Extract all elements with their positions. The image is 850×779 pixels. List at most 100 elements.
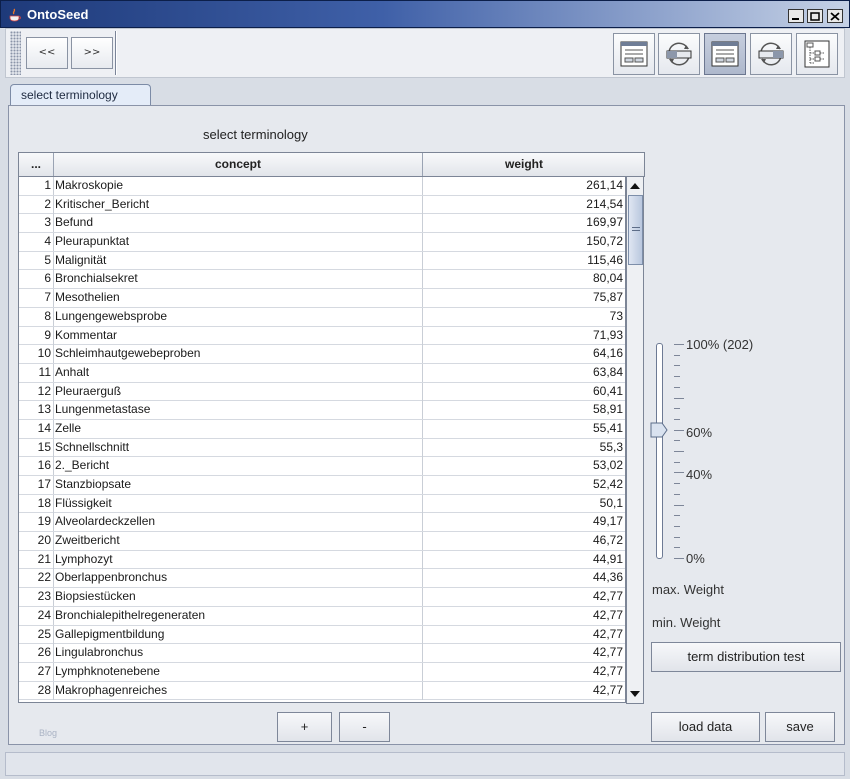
weight-slider-thumb[interactable] — [650, 422, 668, 438]
table-row[interactable]: 22 Oberlappenbronchus 44,36 — [19, 569, 625, 589]
table-row[interactable]: 24 Bronchialepithelregeneraten 42,77 — [19, 606, 625, 626]
slider-tick — [674, 365, 680, 367]
table-row[interactable]: 7 Mesothelien 75,87 — [19, 289, 625, 308]
row-index: 16 — [19, 457, 54, 476]
table-row[interactable]: 19 Alveolardeckzellen 49,17 — [19, 513, 625, 533]
row-concept: Makrophagenreiches — [54, 681, 423, 700]
table-row[interactable]: 10 Schleimhautgewebeproben 64,16 — [19, 345, 625, 364]
table-row[interactable]: 21 Lymphozyt 44,91 — [19, 550, 625, 570]
table-row[interactable]: 28 Makrophagenreiches 42,77 — [19, 681, 625, 701]
row-index: 18 — [19, 494, 54, 513]
refresh-button-2[interactable] — [750, 33, 792, 75]
row-weight: 75,87 — [423, 289, 625, 307]
row-index: 23 — [19, 588, 54, 607]
row-concept: Befund — [54, 214, 423, 233]
table-row[interactable]: 8 Lungengewebsprobe 73 — [19, 307, 625, 327]
row-concept: Kritischer_Bericht — [54, 195, 423, 214]
table-row[interactable]: 12 Pleuraerguß 60,41 — [19, 382, 625, 402]
table-row[interactable]: 6 Bronchialsekret 80,04 — [19, 270, 625, 290]
column-header-concept[interactable]: concept — [54, 153, 423, 176]
table-row[interactable]: 20 Zweitbericht 46,72 — [19, 532, 625, 551]
scroll-thumb[interactable] — [628, 195, 643, 265]
row-index: 1 — [19, 177, 54, 195]
table-row[interactable]: 1 Makroskopie 261,14 — [19, 177, 625, 196]
table-row[interactable]: 23 Biopsiestücken 42,77 — [19, 588, 625, 607]
tab-select-terminology[interactable]: select terminology — [10, 84, 151, 106]
toolbar-grip[interactable] — [10, 31, 21, 75]
minimize-button[interactable] — [788, 9, 804, 23]
row-weight: 50,1 — [423, 495, 625, 513]
slider-tick — [674, 483, 680, 485]
row-weight: 55,41 — [423, 420, 625, 438]
table-row[interactable]: 3 Befund 169,97 — [19, 214, 625, 234]
row-index: 25 — [19, 625, 54, 644]
table-row[interactable]: 9 Kommentar 71,93 — [19, 326, 625, 346]
slider-tick — [674, 536, 680, 538]
column-header-index[interactable]: ... — [19, 153, 54, 176]
weight-slider-track[interactable] — [656, 343, 663, 559]
slider-tick — [674, 386, 680, 388]
row-weight: 42,77 — [423, 663, 625, 681]
save-button[interactable]: save — [765, 712, 835, 742]
row-weight: 42,77 — [423, 644, 625, 662]
row-concept: Makroskopie — [54, 177, 423, 195]
row-index: 7 — [19, 289, 54, 308]
column-header-weight[interactable]: weight — [423, 153, 625, 176]
table-row[interactable]: 4 Pleurapunktat 150,72 — [19, 233, 625, 252]
back-button[interactable]: << — [26, 37, 68, 69]
tree-view-button[interactable] — [796, 33, 838, 75]
row-weight: 115,46 — [423, 252, 625, 270]
row-weight: 42,77 — [423, 588, 625, 606]
row-weight: 150,72 — [423, 233, 625, 251]
forward-button[interactable]: >> — [71, 37, 113, 69]
table-row[interactable]: 5 Malignität 115,46 — [19, 251, 625, 271]
blog-watermark: Blog — [39, 728, 58, 738]
row-concept: Lungenmetastase — [54, 401, 423, 420]
remove-row-button[interactable]: - — [339, 712, 390, 742]
table-row[interactable]: 27 Lymphknotenebene 42,77 — [19, 662, 625, 682]
row-index: 21 — [19, 550, 54, 569]
row-concept: Lymphozyt — [54, 550, 423, 569]
table-row[interactable]: 15 Schnellschnitt 55,3 — [19, 438, 625, 458]
view-form-button[interactable] — [613, 33, 655, 75]
table-scrollbar[interactable] — [626, 176, 644, 704]
row-index: 12 — [19, 382, 54, 401]
close-button[interactable] — [827, 9, 843, 23]
table-row[interactable]: 16 2._Bericht 53,02 — [19, 457, 625, 476]
panel-caption: select terminology — [203, 127, 308, 142]
row-weight: 49,17 — [423, 513, 625, 531]
row-weight: 55,3 — [423, 439, 625, 457]
add-row-button[interactable]: + — [277, 712, 332, 742]
row-concept: Pleuraerguß — [54, 382, 423, 401]
table-row[interactable]: 18 Flüssigkeit 50,1 — [19, 494, 625, 514]
load-data-button[interactable]: load data — [651, 712, 760, 742]
table-row[interactable]: 11 Anhalt 63,84 — [19, 363, 625, 383]
slider-tick — [674, 429, 684, 431]
term-distribution-test-button[interactable]: term distribution test — [651, 642, 841, 672]
refresh-button[interactable] — [658, 33, 700, 75]
row-concept: Biopsiestücken — [54, 588, 423, 607]
table-row[interactable]: 14 Zelle 55,41 — [19, 419, 625, 439]
slider-tick — [674, 504, 684, 506]
slider-tick — [674, 408, 680, 410]
scroll-up-arrow-icon[interactable] — [627, 178, 643, 194]
table-row[interactable]: 25 Gallepigmentbildung 42,77 — [19, 625, 625, 645]
maximize-button[interactable] — [807, 9, 823, 23]
view-form-active-button[interactable] — [704, 33, 746, 75]
row-weight: 169,97 — [423, 214, 625, 232]
table-row[interactable]: 26 Lingulabronchus 42,77 — [19, 644, 625, 663]
table-row[interactable]: 13 Lungenmetastase 58,91 — [19, 401, 625, 420]
table-row[interactable]: 17 Stanzbiopsate 52,42 — [19, 476, 625, 495]
slider-tick — [674, 354, 680, 356]
close-icon — [830, 12, 840, 21]
table-row[interactable]: 2 Kritischer_Bericht 214,54 — [19, 195, 625, 215]
slider-tick — [674, 547, 680, 549]
row-index: 2 — [19, 195, 54, 214]
table-body: 1 Makroskopie 261,14 2 Kritischer_Bericht 214… — [19, 177, 625, 701]
row-index: 4 — [19, 233, 54, 252]
row-concept: Lungengewebsprobe — [54, 307, 423, 326]
row-index: 6 — [19, 270, 54, 289]
toolbar-separator — [115, 31, 117, 75]
min-weight-label: min. Weight — [652, 615, 721, 630]
scroll-down-arrow-icon[interactable] — [627, 686, 643, 702]
